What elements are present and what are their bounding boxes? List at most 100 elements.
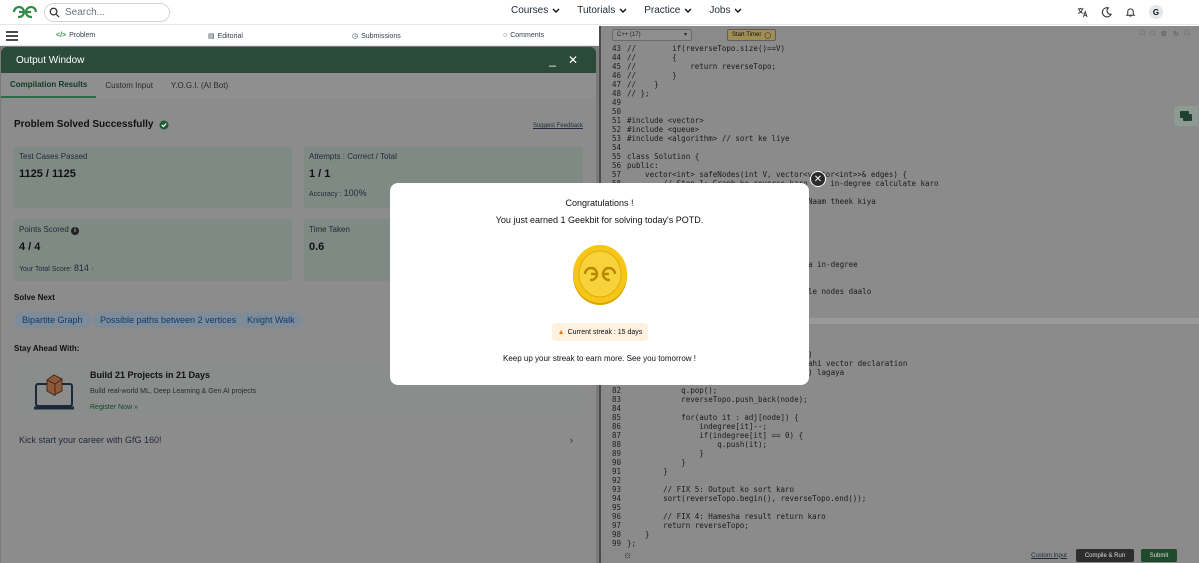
code-text: vector<int> safeNodes(int V, vector<vect… (627, 170, 907, 179)
line-number: 88 (611, 440, 621, 449)
fire-icon: ▲ (557, 328, 565, 336)
line-number: 83 (611, 395, 621, 404)
line-number: 56 (611, 161, 621, 170)
code-text: #include <algorithm> // sort ke liye (627, 134, 790, 143)
fullscreen-icon[interactable]: □ (1185, 30, 1189, 38)
code-text: ahi vector declaration (808, 359, 908, 368)
modal-close-button[interactable]: ✕ (810, 171, 826, 187)
line-number: 91 (611, 467, 621, 476)
search-bar[interactable]: Search... (44, 3, 170, 22)
settings-icon[interactable]: ⚙ (1161, 30, 1167, 38)
close-icon: ✕ (813, 173, 823, 185)
tab-editorial[interactable]: ▤ Editorial (208, 32, 243, 41)
tab-compilation-results[interactable]: Compilation Results (1, 73, 97, 98)
translate-icon[interactable] (1077, 7, 1088, 18)
hamburger-menu-icon[interactable] (6, 31, 18, 41)
arrow-up-icon: ↑ (90, 266, 95, 273)
nav-courses[interactable]: Courses (511, 5, 560, 16)
submit-button[interactable]: Submit (1141, 549, 1177, 562)
dark-mode-icon[interactable] (1101, 6, 1112, 18)
code-text: } (627, 458, 686, 467)
tab-custom-input[interactable]: Custom Input (96, 73, 162, 98)
code-text: #include <queue> (627, 125, 700, 134)
code-icon: </> (56, 32, 67, 39)
language-select[interactable]: C++ (17) ▾ (612, 29, 692, 41)
next-problem-chip[interactable]: Knight Walk (239, 312, 303, 328)
test-cases-card: Test Cases Passed 1125 / 1125 (14, 146, 292, 208)
copy-icon[interactable]: □ (1150, 30, 1154, 38)
bell-icon[interactable] (1125, 7, 1136, 18)
info-icon[interactable]: i (71, 227, 80, 235)
line-number: 82 (611, 386, 621, 395)
editor-tool-icons: □ □ ⚙ ↻ □ (1140, 30, 1189, 38)
code-text: a in-degree (808, 260, 858, 269)
start-timer-button[interactable]: Start Timer ◯ (727, 29, 777, 41)
tab-submissions[interactable]: ◷ Submissions (352, 32, 401, 41)
code-text: // FIX 4: Hamesha result return karo (627, 512, 826, 521)
line-number: 54 (611, 143, 621, 152)
avatar[interactable]: G (1149, 5, 1163, 19)
line-number: 50 (611, 107, 621, 116)
test-cases-value: 1125 / 1125 (19, 168, 76, 180)
minimize-icon[interactable]: _ (549, 53, 556, 67)
streak-badge: ▲ Current streak : 15 days (552, 323, 648, 341)
line-number: 98 (611, 530, 621, 539)
compile-run-button[interactable]: Compile & Run (1076, 549, 1134, 562)
line-number: 46 (611, 71, 621, 80)
suggest-feedback-link[interactable]: Suggest Feedback (533, 123, 583, 129)
line-number: 85 (611, 413, 621, 422)
line-number: 51 (611, 116, 621, 125)
line-number: 86 (611, 422, 621, 431)
reset-icon[interactable]: □ (1140, 30, 1144, 38)
solve-next-heading: Solve Next (14, 293, 55, 302)
line-number: 52 (611, 125, 621, 134)
register-now-link[interactable]: Register Now » (90, 404, 138, 411)
output-window-header: Output Window _ ✕ (1, 47, 596, 73)
line-number: 93 (611, 485, 621, 494)
close-icon[interactable]: ✕ (568, 53, 578, 67)
line-number: 57 (611, 170, 621, 179)
code-text: // FIX 5: Output ko sort karo (627, 485, 795, 494)
tab-comments[interactable]: ○ Comments (503, 32, 544, 39)
custom-input-button[interactable]: Custom Input (1027, 549, 1071, 562)
code-text: } (627, 449, 704, 458)
bulb-icon[interactable]: ☼ (623, 550, 632, 561)
points-value: 4 / 4 (19, 241, 41, 253)
laptop-box-icon (34, 374, 74, 410)
clock-icon: ◷ (352, 33, 359, 40)
modal-heading: Congratulations ! (565, 198, 634, 208)
search-input[interactable]: Search... (65, 7, 105, 18)
nav-practice[interactable]: Practice (644, 5, 692, 16)
modal-message: You just earned 1 Geekbit for solving to… (495, 215, 704, 225)
code-text: le nodes daalo (808, 287, 872, 296)
editor-toolbar: C++ (17) ▾ Start Timer ◯ □ □ ⚙ ↻ □ (601, 26, 1199, 43)
refresh-icon[interactable]: ↻ (1173, 30, 1179, 38)
chat-icon (1180, 111, 1192, 121)
next-problem-chip[interactable]: Bipartite Graph (14, 312, 91, 328)
code-text: } (627, 530, 650, 539)
code-text: #include <vector> (627, 116, 704, 125)
chevron-down-icon (734, 8, 742, 13)
nav-jobs[interactable]: Jobs (709, 5, 742, 16)
points-card: Points Scored i 4 / 4 Your Total Score: … (14, 219, 292, 281)
code-text: // { (627, 53, 677, 62)
line-number: 48 (611, 89, 621, 98)
status-heading: Problem Solved Successfully (14, 119, 169, 130)
line-number: 43 (611, 44, 621, 53)
code-text: // return reverseTopo; (627, 62, 777, 71)
tab-problem[interactable]: </> Problem (56, 32, 95, 39)
next-problem-chip[interactable]: Possible paths between 2 vertices (92, 312, 245, 328)
code-text: if(indegree[it] == 0) { (627, 431, 804, 440)
line-number: 87 (611, 431, 621, 440)
comment-icon: ○ (503, 32, 508, 39)
gfg-logo[interactable] (12, 5, 38, 24)
congratulations-modal: Congratulations ! You just earned 1 Geek… (390, 183, 809, 385)
code-text: } (627, 467, 668, 476)
chat-side-button[interactable] (1174, 106, 1198, 126)
timer-icon: ◯ (764, 32, 772, 39)
nav-tutorials[interactable]: Tutorials (577, 5, 627, 16)
tab-yogi-bot[interactable]: Y.O.G.I. (AI Bot) (162, 73, 237, 98)
kickstart-banner[interactable]: Kick start your career with GfG 160! › (14, 435, 583, 451)
line-number: 84 (611, 404, 621, 413)
code-text: for(auto it : adj[node]) { (627, 413, 799, 422)
